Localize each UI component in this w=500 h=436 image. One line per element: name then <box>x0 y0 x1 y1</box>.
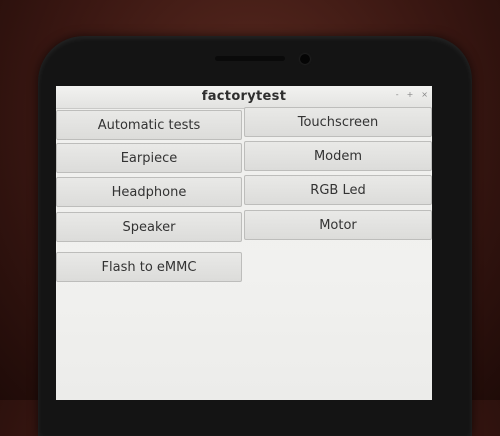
automatic-tests-button[interactable]: Automatic tests <box>56 110 242 140</box>
speaker-button[interactable]: Speaker <box>56 212 242 242</box>
phone-screen: factorytest - + × Automatic tests Touchs… <box>56 86 432 400</box>
window-titlebar: factorytest - + × <box>56 86 432 109</box>
flash-to-emmc-button[interactable]: Flash to eMMC <box>56 252 242 282</box>
window-controls: - + × <box>396 90 428 99</box>
modem-button[interactable]: Modem <box>244 141 432 171</box>
earpiece-grille <box>215 56 285 61</box>
maximize-button[interactable]: + <box>407 90 414 99</box>
headphone-button[interactable]: Headphone <box>56 177 242 207</box>
earpiece-button[interactable]: Earpiece <box>56 143 242 173</box>
empty-grid-cell <box>244 246 432 400</box>
minimize-button[interactable]: - <box>396 90 399 99</box>
rgb-led-button[interactable]: RGB Led <box>244 175 432 205</box>
window-title: factorytest <box>201 89 287 104</box>
close-button[interactable]: × <box>421 90 428 99</box>
front-camera <box>300 54 310 64</box>
motor-button[interactable]: Motor <box>244 210 432 240</box>
touchscreen-button[interactable]: Touchscreen <box>244 107 432 137</box>
